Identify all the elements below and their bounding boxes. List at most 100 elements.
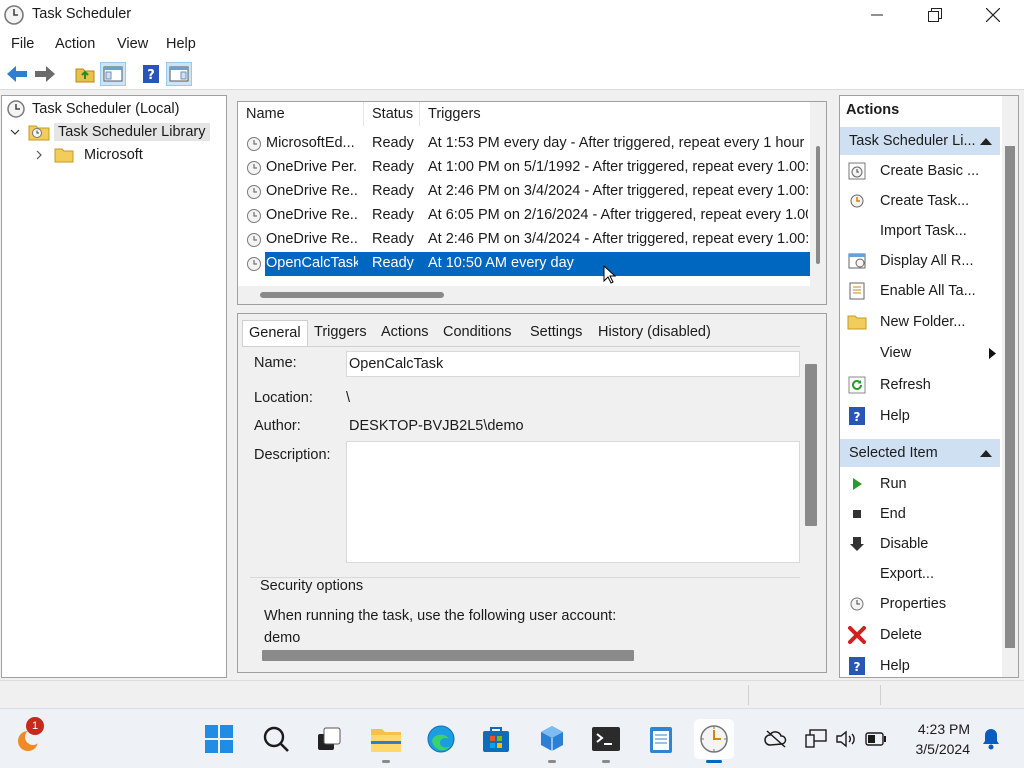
task-row[interactable]: OneDrive Re... Ready At 2:46 PM on 3/4/2… <box>238 228 810 252</box>
location-label: Location: <box>254 390 313 406</box>
network-icon[interactable] <box>800 719 832 759</box>
detail-horizontal-scrollbar[interactable] <box>242 644 802 664</box>
column-header-status[interactable]: Status <box>364 102 420 126</box>
action-enable-all-task-history[interactable]: Enable All Ta... <box>846 278 998 304</box>
disable-arrow-icon <box>846 534 868 554</box>
start-button-windows-icon[interactable] <box>199 719 239 759</box>
notification-bell-icon[interactable] <box>976 719 1006 759</box>
actions-group-selected-item[interactable]: Selected Item <box>840 439 1000 467</box>
close-button[interactable] <box>964 0 1022 30</box>
task-row[interactable]: OneDrive Re... Ready At 2:46 PM on 3/4/2… <box>238 180 810 204</box>
3d-boxes-app-icon[interactable] <box>532 719 572 763</box>
battery-icon[interactable] <box>860 719 892 759</box>
onedrive-cloud-offline-icon[interactable] <box>758 719 794 759</box>
clock-time: 4:23 PM <box>917 721 970 737</box>
tab-actions[interactable]: Actions <box>375 320 435 346</box>
action-help[interactable]: ? Help <box>846 403 998 429</box>
task-scheduler-taskbar-icon[interactable] <box>694 719 734 763</box>
action-delete[interactable]: Delete <box>846 622 998 648</box>
import-task-icon <box>846 221 868 241</box>
forward-button[interactable] <box>32 62 58 86</box>
task-list-horizontal-scrollbar[interactable] <box>238 286 810 304</box>
tab-settings[interactable]: Settings <box>524 320 588 346</box>
task-list-vertical-scrollbar[interactable] <box>810 102 826 304</box>
volume-icon[interactable] <box>830 719 862 759</box>
task-name: OneDrive Re... <box>266 183 358 199</box>
chevron-right-icon[interactable] <box>34 150 48 160</box>
action-help-selected[interactable]: ? Help <box>846 653 998 677</box>
title-bar: Task Scheduler <box>0 0 1024 30</box>
action-refresh[interactable]: Refresh <box>846 372 998 398</box>
menu-file[interactable]: File <box>11 36 34 52</box>
minimize-button[interactable] <box>848 0 906 30</box>
svg-text:?: ? <box>854 660 861 674</box>
action-display-all-running[interactable]: Display All R... <box>846 248 998 274</box>
collapse-icon[interactable] <box>980 138 992 145</box>
scrollbar-thumb[interactable] <box>260 292 444 298</box>
scrollbar-thumb[interactable] <box>262 650 634 661</box>
terminal-icon[interactable] <box>586 719 626 763</box>
notepad-icon[interactable] <box>641 719 681 759</box>
tab-general[interactable]: General <box>242 320 308 346</box>
description-field[interactable] <box>346 441 800 563</box>
task-name: OneDrive Re... <box>266 231 358 247</box>
task-clock-icon <box>246 136 262 156</box>
name-field[interactable]: OpenCalcTask <box>346 351 800 377</box>
status-bar <box>0 680 1024 708</box>
action-create-task[interactable]: Create Task... <box>846 188 998 214</box>
file-explorer-icon[interactable] <box>366 719 406 763</box>
menu-view[interactable]: View <box>117 36 148 52</box>
task-row-selected[interactable]: OpenCalcTask Ready At 10:50 AM every day <box>238 252 810 276</box>
tab-conditions[interactable]: Conditions <box>437 320 518 346</box>
tab-history[interactable]: History (disabled) <box>592 320 717 346</box>
column-header-triggers[interactable]: Triggers <box>420 102 810 126</box>
edge-browser-icon[interactable] <box>421 719 461 759</box>
action-new-folder[interactable]: New Folder... <box>846 309 998 335</box>
up-folder-button[interactable] <box>72 62 98 86</box>
task-row[interactable]: OneDrive Per... Ready At 1:00 PM on 5/1/… <box>238 156 810 180</box>
tree-item-task-scheduler-library[interactable]: Task Scheduler Library <box>10 121 210 143</box>
chevron-down-icon[interactable] <box>10 127 24 137</box>
actions-group-task-scheduler-library[interactable]: Task Scheduler Li... <box>840 127 1000 155</box>
tree-item-task-scheduler-local[interactable]: Task Scheduler (Local) <box>6 98 180 120</box>
task-view-icon[interactable] <box>309 719 349 759</box>
show-action-pane-button[interactable] <box>166 62 192 86</box>
maximize-button[interactable] <box>906 0 964 30</box>
menu-help[interactable]: Help <box>166 36 196 52</box>
task-scheduler-app-icon <box>3 4 25 29</box>
scrollbar-thumb[interactable] <box>805 364 817 526</box>
scrollbar-thumb[interactable] <box>816 146 820 264</box>
action-run[interactable]: Run <box>846 471 998 497</box>
action-end[interactable]: End <box>846 501 998 527</box>
action-view[interactable]: View <box>846 340 998 366</box>
tab-triggers[interactable]: Triggers <box>308 320 373 346</box>
task-row[interactable]: MicrosoftEd... Ready At 1:53 PM every da… <box>238 132 810 156</box>
scrollbar-thumb[interactable] <box>1005 146 1015 648</box>
show-hide-console-tree-button[interactable] <box>100 62 126 86</box>
status-divider <box>880 685 881 705</box>
task-row[interactable]: OneDrive Re... Ready At 6:05 PM on 2/16/… <box>238 204 810 228</box>
action-properties[interactable]: Properties <box>846 591 998 617</box>
action-create-basic-task[interactable]: Create Basic ... <box>846 158 998 184</box>
detail-vertical-scrollbar[interactable] <box>802 344 822 654</box>
column-header-name[interactable]: Name <box>238 102 364 126</box>
security-options-title: Security options <box>260 578 364 594</box>
security-account-value: demo <box>264 630 301 644</box>
microsoft-store-icon[interactable] <box>476 719 516 759</box>
action-disable[interactable]: Disable <box>846 531 998 557</box>
action-import-task[interactable]: Import Task... <box>846 218 998 244</box>
help-button[interactable]: ? <box>138 62 164 86</box>
tree-item-microsoft[interactable]: Microsoft <box>34 144 143 166</box>
collapse-icon[interactable] <box>980 450 992 457</box>
system-clock[interactable]: 4:23 PM 3/5/2024 <box>916 719 971 759</box>
menu-action[interactable]: Action <box>55 36 95 52</box>
search-icon[interactable] <box>256 719 296 759</box>
task-name: MicrosoftEd... <box>266 135 355 151</box>
actions-pane: Actions Task Scheduler Li... Create Basi… <box>839 95 1019 678</box>
back-button[interactable] <box>4 62 30 86</box>
help-icon: ? <box>846 656 868 676</box>
task-trigger: At 1:00 PM on 5/1/1992 - After triggered… <box>428 159 808 175</box>
action-export[interactable]: Export... <box>846 561 998 587</box>
weather-widget-icon[interactable]: 1 <box>8 717 48 759</box>
actions-vertical-scrollbar[interactable] <box>1002 96 1018 677</box>
